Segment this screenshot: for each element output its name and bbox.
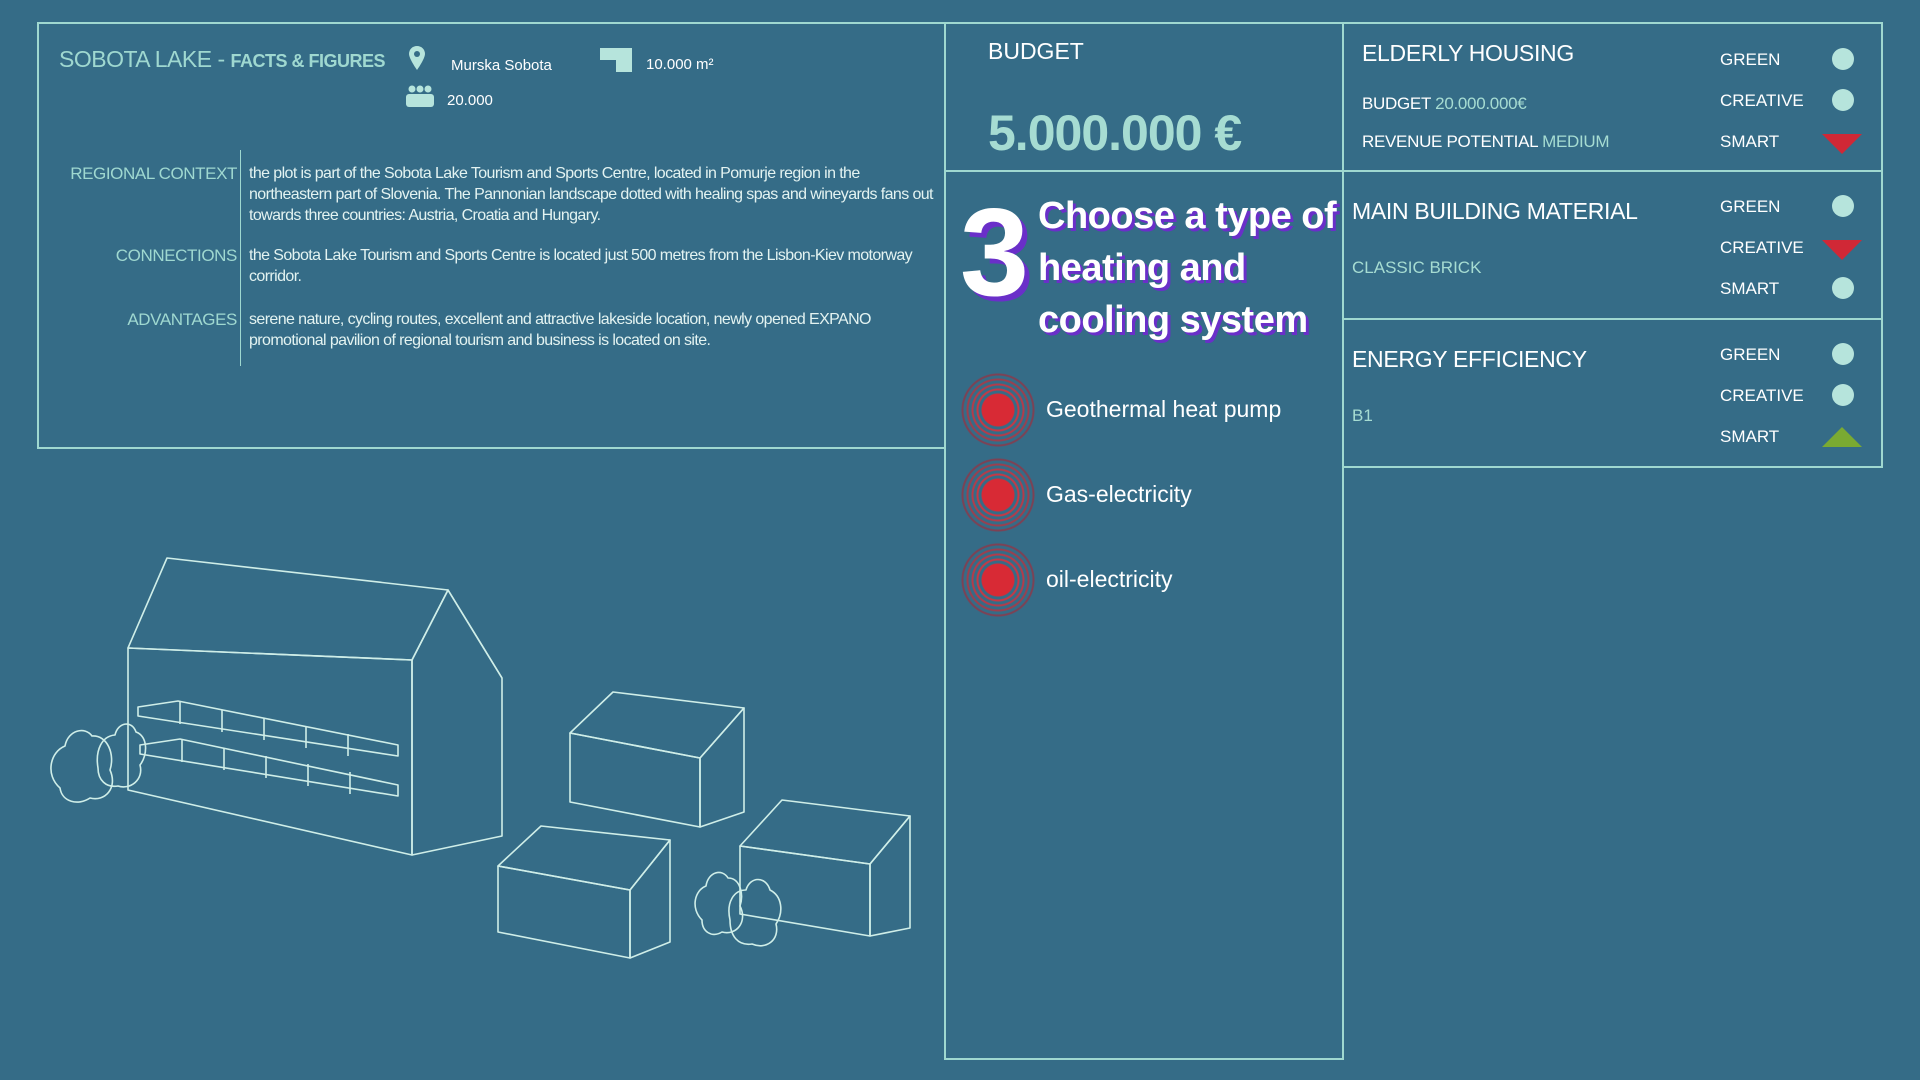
facts-title: SOBOTA LAKE - FACTS & FIGURES — [59, 46, 386, 73]
option-label[interactable]: oil-electricity — [1046, 566, 1173, 593]
choice-panel: 3 Choose a type of heating and cooling s… — [944, 170, 1344, 1060]
energy-green-label: GREEN — [1720, 345, 1781, 364]
small-house-drawing — [497, 825, 671, 959]
material-title: MAIN BUILDING MATERIAL — [1352, 198, 1638, 224]
buildings-illustration — [50, 557, 911, 959]
energy-value: B1 — [1352, 406, 1373, 425]
housing-revenue: REVENUE POTENTIAL MEDIUM — [1362, 132, 1610, 152]
advantages-text: serene nature, cycling routes, excellent… — [249, 311, 872, 349]
housing-creative-label: CREATIVE — [1720, 91, 1804, 110]
area-icon — [600, 48, 632, 72]
radio-target-icon[interactable] — [960, 542, 1036, 618]
neutral-circle-icon — [1832, 89, 1854, 111]
energy-efficiency-panel: ENERGY EFFICIENCY B1 GREEN CREATIVE SMAR… — [1342, 318, 1883, 468]
option-geothermal-heat-pump[interactable]: Geothermal heat pump — [960, 372, 1330, 450]
neutral-circle-icon — [1832, 343, 1854, 365]
material-smart-label: SMART — [1720, 279, 1780, 298]
energy-smart-label: SMART — [1720, 427, 1780, 446]
option-oil-electricity[interactable]: oil-electricity — [960, 542, 1330, 620]
housing-budget-label: BUDGET — [1362, 94, 1431, 113]
connections-text: the Sobota Lake Tourism and Sports Centr… — [249, 247, 913, 285]
down-triangle-icon — [1822, 240, 1862, 260]
facts-divider — [240, 150, 241, 366]
population-icon — [406, 85, 434, 107]
regional-context-label: REGIONAL CONTEXT — [70, 164, 237, 183]
location-text: Murska Sobota — [451, 57, 552, 74]
main-building-drawing — [127, 557, 503, 856]
facts-title-sub: FACTS & FIGURES — [230, 51, 386, 71]
option-label[interactable]: Gas-electricity — [1046, 481, 1192, 508]
small-house-drawing — [739, 799, 911, 937]
material-value: CLASSIC BRICK — [1352, 258, 1482, 277]
housing-green-label: GREEN — [1720, 50, 1781, 69]
connections-label: CONNECTIONS — [115, 246, 238, 265]
neutral-circle-icon — [1832, 384, 1854, 406]
building-material-panel: MAIN BUILDING MATERIAL CLASSIC BRICK GRE… — [1342, 170, 1883, 320]
population-text: 20.000 — [447, 92, 493, 109]
facts-panel: SOBOTA LAKE - FACTS & FIGURES Murska Sob… — [37, 22, 946, 449]
tree-drawing — [694, 871, 782, 947]
housing-budget-value: 20.000.000€ — [1435, 94, 1527, 113]
regional-context-text: the plot is part of the Sobota Lake Tour… — [249, 165, 934, 224]
housing-revenue-value: MEDIUM — [1542, 132, 1610, 151]
energy-creative-label: CREATIVE — [1720, 386, 1804, 405]
up-triangle-icon — [1822, 427, 1862, 447]
down-triangle-icon — [1822, 134, 1862, 154]
neutral-circle-icon — [1832, 48, 1854, 70]
neutral-circle-icon — [1832, 277, 1854, 299]
radio-target-icon[interactable] — [960, 372, 1036, 448]
neutral-circle-icon — [1832, 195, 1854, 217]
facts-title-sep: - — [211, 46, 231, 72]
material-green-label: GREEN — [1720, 197, 1781, 216]
housing-title: ELDERLY HOUSING — [1362, 40, 1574, 66]
housing-revenue-label: REVENUE POTENTIAL — [1362, 132, 1538, 151]
housing-smart-label: SMART — [1720, 132, 1780, 151]
budget-panel: BUDGET 5.000.000 € — [944, 22, 1344, 172]
option-gas-electricity[interactable]: Gas-electricity — [960, 457, 1330, 535]
housing-budget: BUDGET 20.000.000€ — [1362, 94, 1527, 114]
elderly-housing-panel: ELDERLY HOUSING BUDGET 20.000.000€ REVEN… — [1342, 22, 1883, 172]
budget-label: BUDGET — [988, 38, 1084, 64]
step-number: 3 — [960, 184, 1029, 322]
area-text: 10.000 m² — [646, 56, 714, 73]
small-house-drawing — [569, 691, 745, 828]
energy-title: ENERGY EFFICIENCY — [1352, 346, 1587, 372]
material-creative-label: CREATIVE — [1720, 238, 1804, 257]
option-label[interactable]: Geothermal heat pump — [1046, 396, 1281, 423]
budget-value: 5.000.000 € — [988, 105, 1242, 161]
location-pin-icon — [409, 46, 425, 70]
step-title: Choose a type of heating and cooling sys… — [1038, 195, 1337, 341]
advantages-label: ADVANTAGES — [127, 310, 237, 329]
radio-target-icon[interactable] — [960, 457, 1036, 533]
facts-title-main: SOBOTA LAKE — [59, 46, 212, 72]
